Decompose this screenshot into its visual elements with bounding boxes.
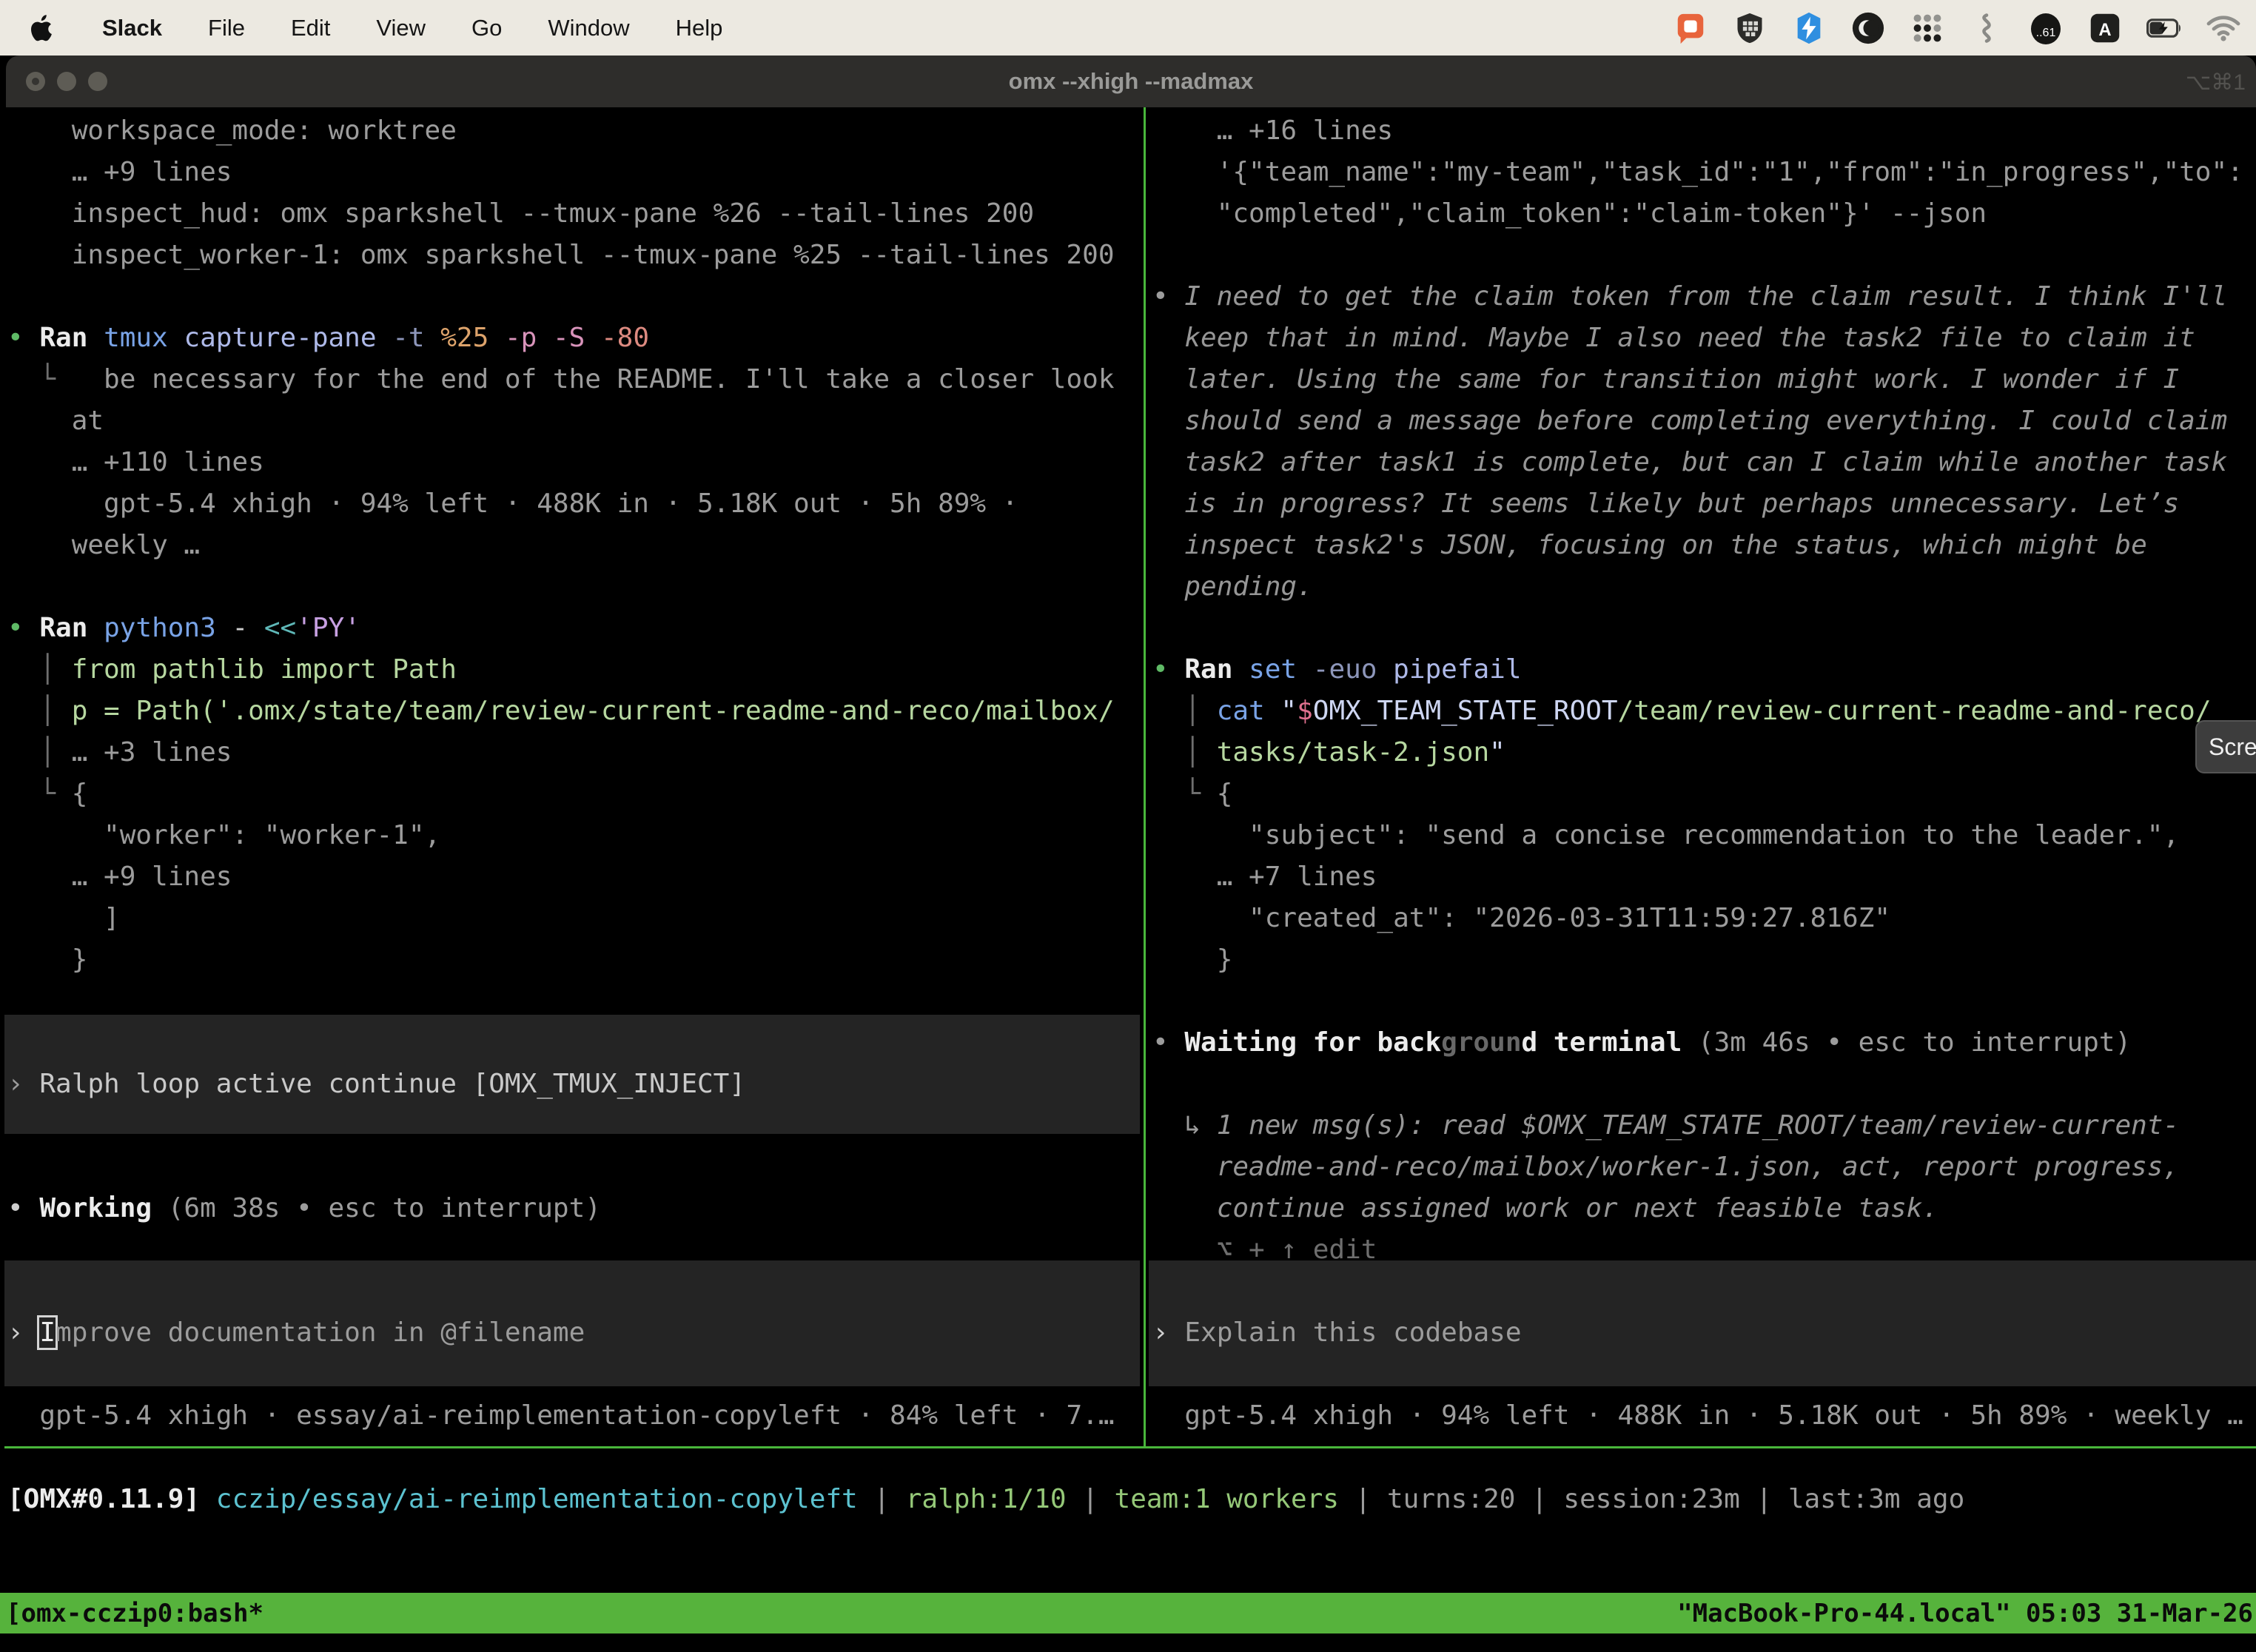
terminal-line: ⌥ + ↑ edit [1152,1229,1377,1271]
terminal-line: ] [7,898,120,939]
tmux-status-bar: [omx-cczip0:bash* "MacBook-Pro-44.local"… [0,1593,2256,1633]
menu-item-file[interactable]: File [208,15,245,41]
terminal-line: │ tasks/task-2.json" [1152,732,1505,773]
window-title-bar: omx --xhigh --madmax ⌥⌘1 [6,56,2256,107]
terminal-line: weekly … [7,525,200,566]
terminal-line: workspace_mode: worktree [7,110,457,152]
terminal-line: later. Using the same for transition mig… [1152,359,2179,400]
terminal-line: [OMX#0.11.9] cczip/essay/ai-reimplementa… [7,1479,1964,1520]
terminal-line: } [1152,939,1232,981]
terminal-line: │ … +3 lines [7,732,232,773]
omx-session-status: [OMX#0.11.9] cczip/essay/ai-reimplementa… [7,1476,2250,1520]
chat-icon[interactable] [1673,10,1708,46]
terminal-line: "created_at": "2026-03-31T11:59:27.816Z" [1152,898,1890,939]
tmux-host-clock: "MacBook-Pro-44.local" 05:03 31-Mar-26 [1677,1599,2256,1628]
terminal-line: └ { [7,773,87,815]
terminal-line: '{"team_name":"my-team","task_id":"1","f… [1152,152,2243,193]
terminal-line: … +110 lines [7,442,264,483]
menu-item-go[interactable]: Go [471,15,502,41]
terminal-line: gpt-5.4 xhigh · essay/ai-reimplementatio… [7,1395,1115,1437]
terminal-line: … +9 lines [7,152,232,193]
terminal-line: task2 after task1 is complete, but can I… [1152,442,2227,483]
assistant-label: A [2098,20,2111,40]
menu-status-icons: ..61 A [1673,10,2256,46]
squiggle-icon[interactable] [1969,10,2004,46]
terminal-line: should send a message before completing … [1152,400,2227,442]
menu-bar: Slack File Edit View Go Window Help ..61 [0,0,2256,56]
terminal-line: • I need to get the claim token from the… [1152,276,2227,318]
terminal-line: └ { [1152,773,1232,815]
terminal-line: readme-and-reco/mailbox/worker-1.json, a… [1152,1146,2179,1188]
pane-divider-vertical [1144,107,1146,1448]
tooltip-label: Scre [2209,733,2256,761]
terminal-line: } [7,939,87,981]
timer-label: ..61 [2036,27,2056,39]
left-terminal-pane: workspace_mode: worktree … +9 lines insp… [7,107,1140,1447]
terminal-line: "completed","claim_token":"claim-token"}… [1152,193,1987,235]
terminal-line: • Working (6m 38s • esc to interrupt) [7,1188,601,1229]
terminal-line: │ from pathlib import Path [7,649,457,691]
battery-icon[interactable] [2146,10,2182,46]
terminal-line: gpt-5.4 xhigh · 94% left · 488K in · 5.1… [7,483,1018,525]
terminal-line: │ cat "$OMX_TEAM_STATE_ROOT/team/review-… [1152,691,2212,732]
terminal-line: › Ralph loop active continue [OMX_TMUX_I… [7,1064,745,1105]
terminal-line: is in progress? It seems likely but perh… [1152,483,2179,525]
terminal-line: continue assigned work or next feasible … [1152,1188,1938,1229]
terminal-body: workspace_mode: worktree … +9 lines insp… [0,107,2256,1652]
terminal-line: • Ran tmux capture-pane -t %25 -p -S -80 [7,318,649,359]
terminal-line: › Improve documentation in @filename [7,1312,585,1354]
wifi-icon[interactable] [2206,10,2241,46]
terminal-line: … +7 lines [1152,856,1377,898]
right-terminal-pane: … +16 lines '{"team_name":"my-team","tas… [1152,107,2256,1447]
menu-item-window[interactable]: Window [548,15,629,41]
menu-app-name[interactable]: Slack [102,15,162,41]
window-title: omx --xhigh --madmax [6,68,2256,95]
terminal-line: inspect_worker-1: omx sparkshell --tmux-… [7,235,1115,276]
terminal-line: "subject": "send a concise recommendatio… [1152,815,2179,856]
terminal-line: at [7,400,104,442]
terminal-line: • Waiting for background terminal (3m 46… [1152,1022,2131,1064]
menu-item-edit[interactable]: Edit [291,15,330,41]
terminal-line: inspect_hud: omx sparkshell --tmux-pane … [7,193,1034,235]
assistant-a-icon[interactable]: A [2087,10,2123,46]
timer-icon[interactable]: ..61 [2028,10,2064,46]
terminal-line: keep that in mind. Maybe I also need the… [1152,318,2195,359]
tmux-session-name: [omx-cczip0:bash* [0,1599,263,1628]
terminal-line: • Ran set -euo pipefail [1152,649,1522,691]
terminal-line: "worker": "worker-1", [7,815,440,856]
screenshot-tooltip: Scre [2195,720,2256,773]
bolt-icon[interactable] [1791,10,1827,46]
grid-icon[interactable] [1910,10,1945,46]
terminal-line: pending. [1152,566,1313,608]
menu-item-help[interactable]: Help [676,15,723,41]
terminal-line: … +9 lines [7,856,232,898]
moon-icon[interactable] [1850,10,1886,46]
terminal-line: ↳ 1 new msg(s): read $OMX_TEAM_STATE_ROO… [1152,1105,2179,1146]
terminal-line: inspect task2's JSON, focusing on the st… [1152,525,2147,566]
shield-icon[interactable] [1732,10,1767,46]
terminal-line: … +16 lines [1152,110,1393,152]
apple-menu-icon[interactable] [31,13,56,43]
terminal-line: • Ran python3 - <<'PY' [7,608,360,649]
window-shortcut-hint: ⌥⌘1 [2186,70,2246,95]
terminal-line: gpt-5.4 xhigh · 94% left · 488K in · 5.1… [1152,1395,2243,1437]
terminal-line: └ be necessary for the end of the README… [7,359,1115,400]
menu-item-view[interactable]: View [376,15,426,41]
terminal-line: │ p = Path('.omx/state/team/review-curre… [7,691,1115,732]
terminal-line: › Explain this codebase [1152,1312,1522,1354]
